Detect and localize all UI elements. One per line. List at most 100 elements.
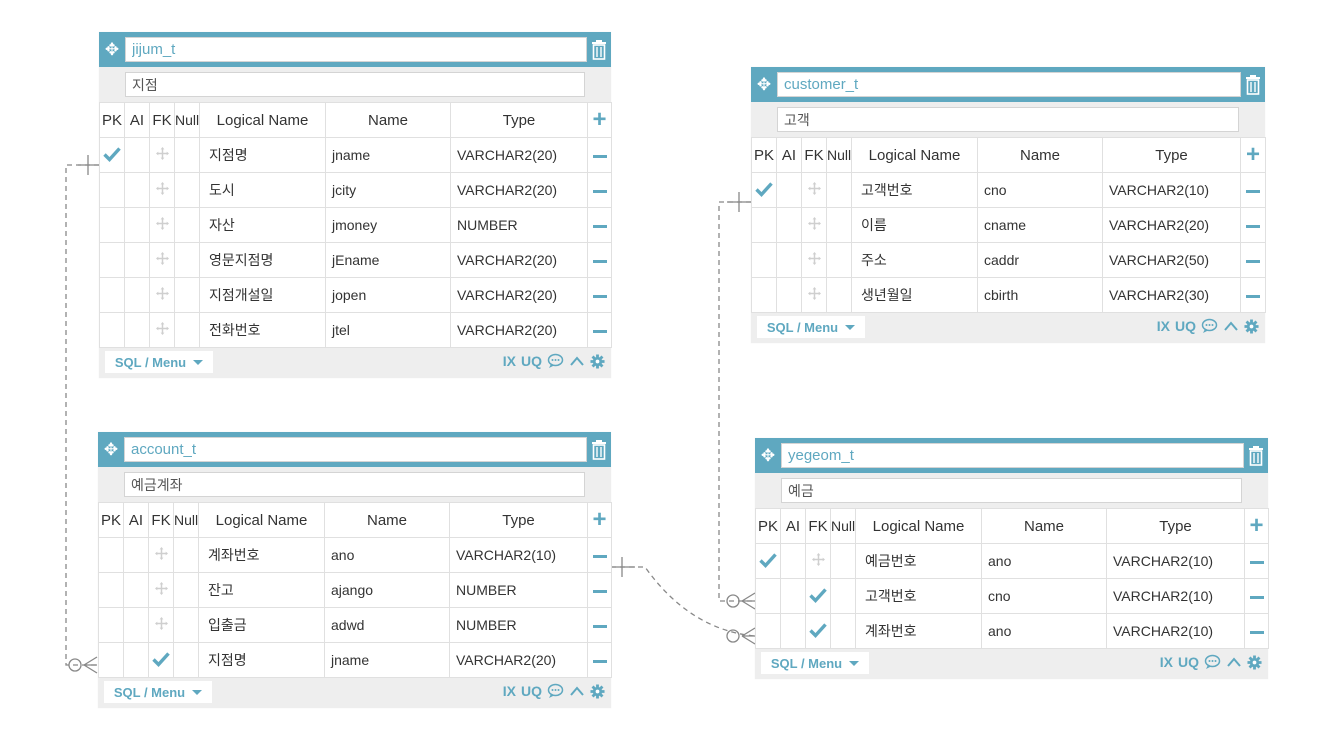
null-cell[interactable]: [174, 207, 200, 243]
drag-handle-icon[interactable]: [154, 547, 168, 563]
null-cell[interactable]: [174, 277, 200, 313]
comment-icon[interactable]: [547, 353, 564, 369]
pk-cell[interactable]: [99, 277, 125, 313]
ix-button[interactable]: IX: [1160, 654, 1173, 670]
table-row[interactable]: 입출금 adwd NUMBER: [98, 607, 612, 643]
remove-column-button[interactable]: [1244, 613, 1269, 649]
type-cell[interactable]: VARCHAR2(10): [1106, 613, 1245, 649]
chevron-up-icon[interactable]: [1226, 656, 1242, 668]
fk-cell[interactable]: [149, 172, 175, 208]
pk-cell[interactable]: [751, 207, 777, 243]
type-cell[interactable]: VARCHAR2(20): [1102, 207, 1241, 243]
move-icon[interactable]: ✥: [751, 75, 777, 95]
null-cell[interactable]: [826, 242, 852, 278]
ix-button[interactable]: IX: [503, 683, 516, 699]
name-cell[interactable]: jtel: [325, 312, 451, 348]
drag-handle-icon[interactable]: [155, 217, 169, 233]
gear-icon[interactable]: [1247, 654, 1262, 670]
logical-name-cell[interactable]: 영문지점명: [199, 242, 326, 278]
type-cell[interactable]: NUMBER: [449, 607, 588, 643]
pk-cell[interactable]: [751, 172, 777, 208]
table-row[interactable]: 잔고 ajango NUMBER: [98, 572, 612, 608]
ai-cell[interactable]: [124, 207, 150, 243]
logical-name-cell[interactable]: 예금번호: [855, 543, 982, 579]
fk-cell[interactable]: [149, 242, 175, 278]
drag-handle-icon[interactable]: [807, 252, 821, 268]
ai-cell[interactable]: [123, 607, 149, 643]
trash-icon[interactable]: [587, 439, 611, 460]
add-column-button[interactable]: +: [1240, 137, 1266, 173]
fk-cell[interactable]: [148, 642, 174, 678]
table-row[interactable]: 지점개설일 jopen VARCHAR2(20): [99, 277, 612, 313]
type-cell[interactable]: VARCHAR2(50): [1102, 242, 1241, 278]
gear-icon[interactable]: [590, 353, 605, 369]
fk-cell[interactable]: [148, 607, 174, 643]
name-cell[interactable]: ano: [981, 613, 1107, 649]
null-cell[interactable]: [174, 242, 200, 278]
sql-menu-button[interactable]: SQL / Menu: [105, 351, 213, 373]
table-row[interactable]: 계좌번호 ano VARCHAR2(10): [755, 613, 1269, 649]
name-cell[interactable]: cno: [977, 172, 1103, 208]
drag-handle-icon[interactable]: [155, 322, 169, 338]
remove-column-button[interactable]: [587, 642, 612, 678]
name-cell[interactable]: ajango: [324, 572, 450, 608]
null-cell[interactable]: [830, 613, 856, 649]
add-column-button[interactable]: +: [1244, 508, 1269, 544]
chevron-up-icon[interactable]: [569, 355, 585, 367]
remove-column-button[interactable]: [587, 242, 612, 278]
fk-cell[interactable]: [805, 543, 831, 579]
remove-column-button[interactable]: [587, 172, 612, 208]
type-cell[interactable]: NUMBER: [450, 207, 588, 243]
ix-button[interactable]: IX: [503, 353, 516, 369]
drag-handle-icon[interactable]: [154, 617, 168, 633]
null-cell[interactable]: [830, 543, 856, 579]
table-row[interactable]: 고객번호 cno VARCHAR2(10): [751, 172, 1266, 208]
ai-cell[interactable]: [123, 572, 149, 608]
name-cell[interactable]: adwd: [324, 607, 450, 643]
type-cell[interactable]: NUMBER: [449, 572, 588, 608]
ai-cell[interactable]: [776, 242, 802, 278]
logical-name-cell[interactable]: 지점개설일: [199, 277, 326, 313]
move-icon[interactable]: ✥: [99, 40, 125, 60]
drag-handle-icon[interactable]: [155, 287, 169, 303]
remove-column-button[interactable]: [1240, 207, 1266, 243]
ai-cell[interactable]: [124, 137, 150, 173]
logical-name-cell[interactable]: 생년월일: [851, 277, 978, 313]
drag-handle-icon[interactable]: [155, 252, 169, 268]
logical-name-cell[interactable]: 주소: [851, 242, 978, 278]
gear-icon[interactable]: [1244, 318, 1259, 334]
table-row[interactable]: 도시 jcity VARCHAR2(20): [99, 172, 612, 208]
sql-menu-button[interactable]: SQL / Menu: [757, 316, 865, 338]
ai-cell[interactable]: [124, 277, 150, 313]
ai-cell[interactable]: [780, 543, 806, 579]
null-cell[interactable]: [174, 137, 200, 173]
null-cell[interactable]: [173, 572, 199, 608]
drag-handle-icon[interactable]: [807, 287, 821, 303]
table-comment-input[interactable]: [777, 107, 1239, 132]
remove-column-button[interactable]: [587, 537, 612, 573]
type-cell[interactable]: VARCHAR2(30): [1102, 277, 1241, 313]
uq-button[interactable]: UQ: [521, 353, 542, 369]
gear-icon[interactable]: [590, 683, 605, 699]
null-cell[interactable]: [174, 312, 200, 348]
drag-handle-icon[interactable]: [807, 217, 821, 233]
logical-name-cell[interactable]: 도시: [199, 172, 326, 208]
name-cell[interactable]: jname: [325, 137, 451, 173]
fk-cell[interactable]: [148, 572, 174, 608]
comment-icon[interactable]: [547, 683, 564, 699]
logical-name-cell[interactable]: 계좌번호: [855, 613, 982, 649]
null-cell[interactable]: [173, 642, 199, 678]
pk-cell[interactable]: [99, 207, 125, 243]
pk-cell[interactable]: [99, 137, 125, 173]
fk-cell[interactable]: [801, 242, 827, 278]
pk-cell[interactable]: [99, 172, 125, 208]
logical-name-cell[interactable]: 자산: [199, 207, 326, 243]
name-cell[interactable]: ano: [324, 537, 450, 573]
remove-column-button[interactable]: [587, 312, 612, 348]
table-row[interactable]: 고객번호 cno VARCHAR2(10): [755, 578, 1269, 614]
table-row[interactable]: 계좌번호 ano VARCHAR2(10): [98, 537, 612, 573]
type-cell[interactable]: VARCHAR2(20): [449, 642, 588, 678]
ai-cell[interactable]: [123, 537, 149, 573]
null-cell[interactable]: [174, 172, 200, 208]
name-cell[interactable]: cbirth: [977, 277, 1103, 313]
